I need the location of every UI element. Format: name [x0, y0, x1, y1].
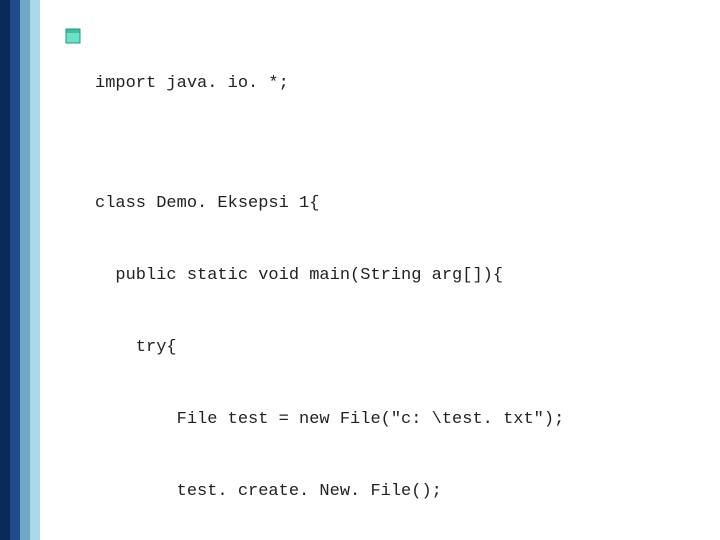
decor-stripe-4 [30, 0, 40, 540]
code-line: public static void main(String arg[]){ [95, 264, 690, 288]
code-line: import java. io. *; [95, 72, 690, 96]
square-bullet-icon [65, 28, 81, 44]
code-line: File test = new File("c: \test. txt"); [95, 408, 690, 432]
code-line: test. create. New. File(); [95, 480, 690, 504]
code-line: class Demo. Eksepsi 1{ [95, 192, 690, 216]
code-line: try{ [95, 336, 690, 360]
slide: import java. io. *; class Demo. Eksepsi … [0, 0, 720, 540]
decor-stripe-2 [10, 0, 20, 540]
decor-stripe-3 [20, 0, 30, 540]
decor-stripe-1 [0, 0, 10, 540]
code-block: import java. io. *; class Demo. Eksepsi … [95, 24, 690, 540]
